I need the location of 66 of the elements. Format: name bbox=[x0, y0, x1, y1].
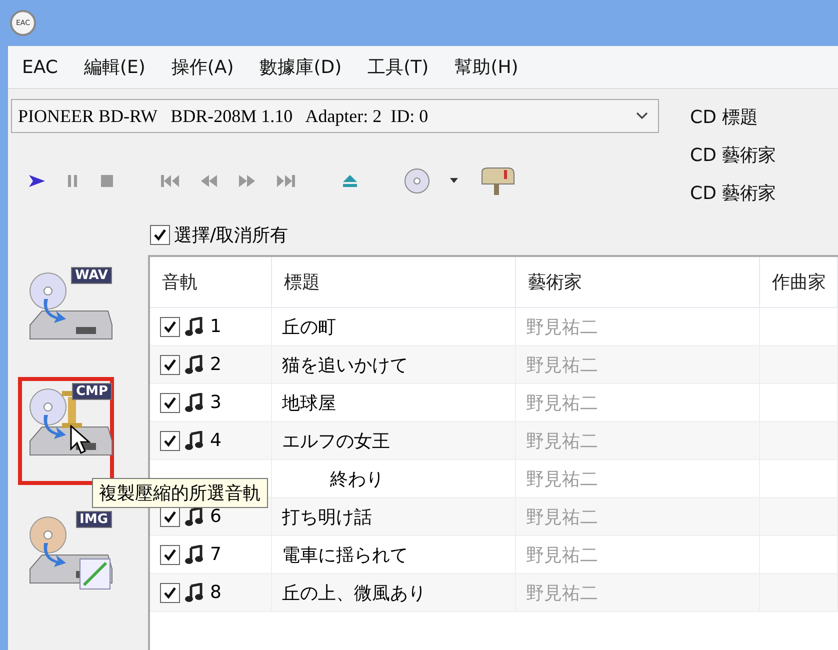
music-note-icon bbox=[184, 544, 206, 564]
format-badge: CMP bbox=[72, 383, 112, 400]
track-title: 地球屋 bbox=[282, 392, 336, 414]
track-artist: 野見祐二 bbox=[526, 468, 598, 490]
checkbox[interactable] bbox=[160, 582, 180, 602]
menu-item[interactable]: 幫助(H) bbox=[454, 55, 518, 79]
track-title: 丘の上、微風あり bbox=[282, 582, 426, 604]
track-title: 打ち明け話 bbox=[282, 506, 372, 528]
select-all-label[interactable]: 選擇/取消所有 bbox=[174, 223, 288, 247]
menu-item[interactable]: 數據庫(D) bbox=[260, 55, 342, 79]
menu-item[interactable]: 操作(A) bbox=[171, 55, 234, 79]
chevron-icon bbox=[636, 112, 648, 120]
track-title: 電車に揺られて bbox=[282, 544, 408, 566]
checkbox[interactable] bbox=[160, 392, 180, 412]
track-artist: 野見祐二 bbox=[526, 354, 598, 376]
format-badge: IMG bbox=[76, 511, 112, 528]
music-note-icon bbox=[184, 430, 206, 450]
eject-icon[interactable] bbox=[342, 174, 358, 188]
column-header[interactable]: 作曲家 bbox=[760, 257, 838, 308]
track-artist: 野見祐二 bbox=[526, 544, 598, 566]
rip-button[interactable]: IMG bbox=[18, 505, 114, 601]
tooltip: 複製壓縮的所選音軌 bbox=[92, 478, 268, 508]
field-label: CD 藝術家 bbox=[690, 182, 776, 205]
checkbox[interactable] bbox=[150, 225, 170, 245]
field-label: CD 藝術家 bbox=[690, 144, 776, 167]
music-note-icon bbox=[184, 506, 206, 526]
track-number: 1 bbox=[210, 316, 222, 337]
checkbox[interactable] bbox=[160, 544, 180, 564]
column-header[interactable]: 音軌 bbox=[150, 257, 272, 308]
menu-item[interactable]: 編輯(E) bbox=[84, 55, 146, 79]
track-artist: 野見祐二 bbox=[526, 582, 598, 604]
track-title: 終わり bbox=[330, 468, 384, 490]
track-number: 6 bbox=[210, 506, 222, 527]
format-badge: WAV bbox=[71, 267, 112, 284]
track-number: 4 bbox=[210, 430, 222, 451]
music-note-icon bbox=[184, 582, 206, 602]
play-icon[interactable] bbox=[28, 174, 46, 188]
menu-item[interactable]: EAC bbox=[22, 56, 58, 78]
caret-icon[interactable] bbox=[450, 178, 458, 184]
disc-icon[interactable] bbox=[404, 168, 430, 194]
track-artist: 野見祐二 bbox=[526, 506, 598, 528]
track-title: 猫を追いかけて bbox=[282, 354, 408, 376]
cursor-icon bbox=[70, 425, 92, 455]
field-label: CD 標題 bbox=[690, 106, 760, 129]
track-artist: 野見祐二 bbox=[526, 392, 598, 414]
track-number: 3 bbox=[210, 392, 222, 413]
rip-button[interactable]: CMP bbox=[18, 377, 114, 485]
music-note-icon bbox=[184, 316, 206, 336]
track-number: 8 bbox=[210, 582, 222, 603]
drive-dropdown[interactable]: PIONEER BD-RW BDR-208M 1.10 Adapter: 2 ID: 0 bbox=[11, 99, 659, 133]
track-artist: 野見祐二 bbox=[526, 430, 598, 452]
music-note-icon bbox=[184, 392, 206, 412]
track-artist: 野見祐二 bbox=[526, 316, 598, 338]
column-header[interactable]: 標題 bbox=[272, 257, 516, 308]
music-note-icon bbox=[184, 354, 206, 374]
rip-button[interactable]: WAV bbox=[18, 261, 114, 357]
checkbox[interactable] bbox=[160, 506, 180, 526]
column-header[interactable]: 藝術家 bbox=[516, 257, 760, 308]
track-number: 7 bbox=[210, 544, 222, 565]
track-number: 2 bbox=[210, 354, 222, 375]
checkbox[interactable] bbox=[160, 354, 180, 374]
checkbox[interactable] bbox=[160, 316, 180, 336]
track-title: 丘の町 bbox=[282, 316, 336, 338]
menu-item[interactable]: 工具(T) bbox=[368, 55, 429, 79]
checkbox[interactable] bbox=[160, 430, 180, 450]
track-title: エルフの女王 bbox=[282, 430, 390, 452]
